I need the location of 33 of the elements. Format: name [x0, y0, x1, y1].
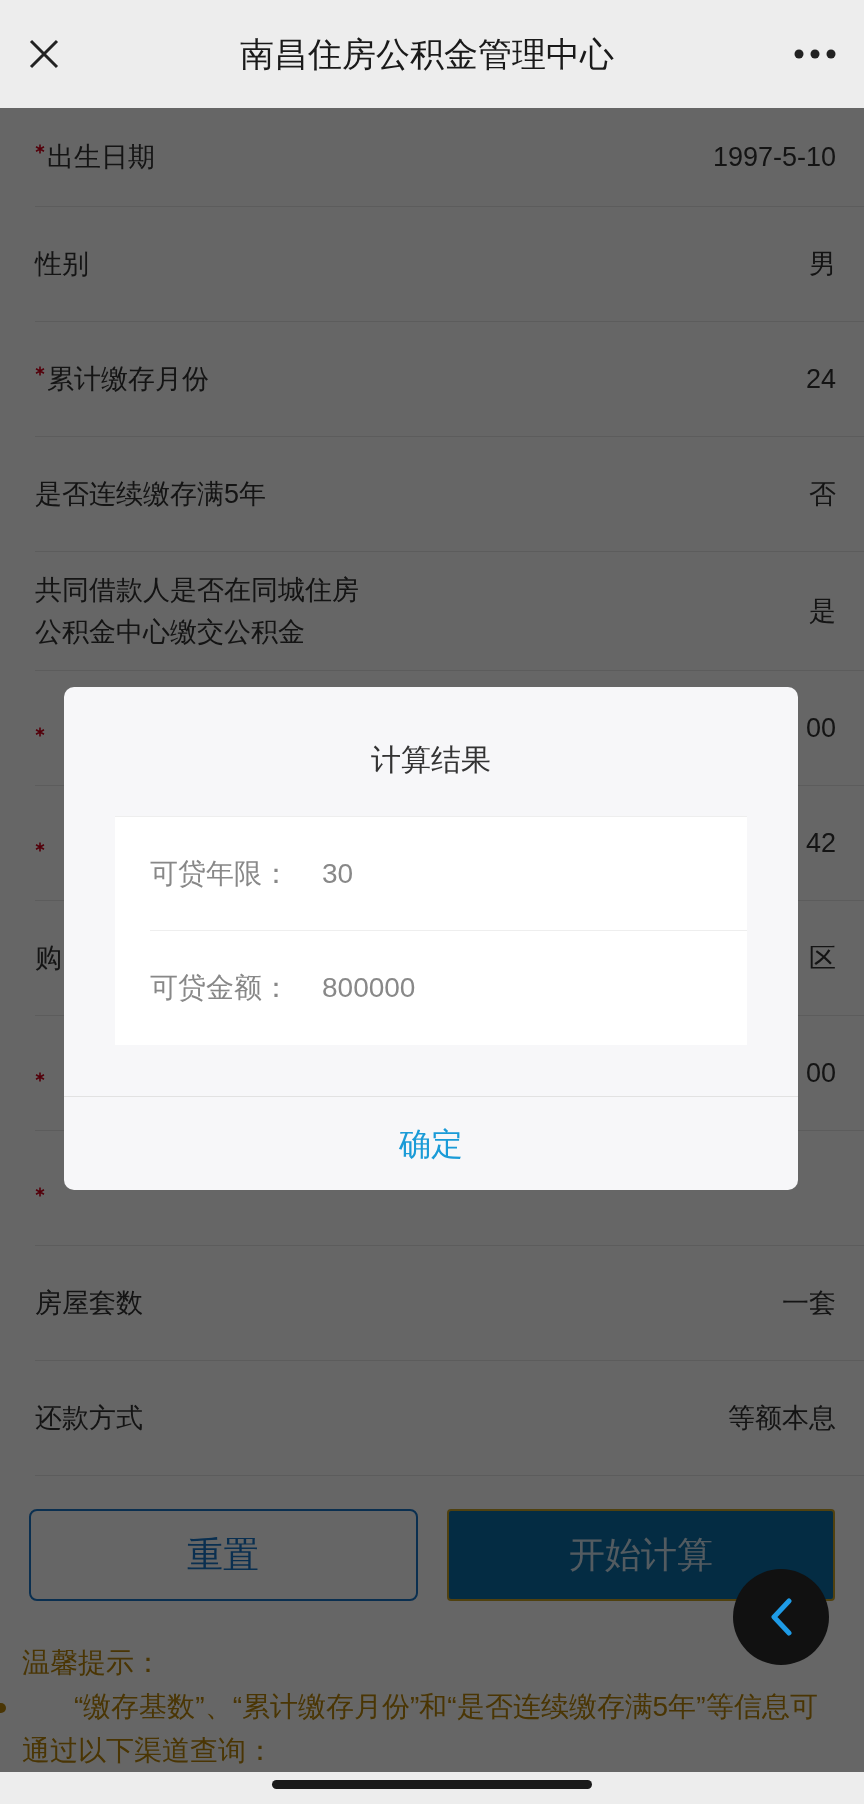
chevron-left-icon: [770, 1598, 792, 1636]
field-value[interactable]: 男: [809, 243, 836, 285]
tip-title: 温馨提示：: [22, 1646, 163, 1680]
field-value[interactable]: 区: [809, 937, 836, 979]
field-value[interactable]: 00: [805, 707, 836, 749]
field-value[interactable]: 42: [805, 822, 836, 864]
field-value[interactable]: 00: [805, 1052, 836, 1094]
result-label: 可贷金额：: [150, 971, 291, 1005]
field-label: 是否连续缴存满5年: [35, 478, 267, 511]
page-title: 南昌住房公积金管理中心: [239, 33, 615, 75]
field-value[interactable]: 1997-5-10: [712, 136, 836, 178]
field-value[interactable]: 一套: [782, 1282, 836, 1324]
field-label: 还款方式: [35, 1402, 143, 1435]
field-label: 性别: [35, 248, 89, 281]
confirm-button[interactable]: 确定: [383, 1119, 479, 1168]
result-label: 可贷年限：: [150, 856, 291, 891]
field-label: 累计缴存月份: [47, 363, 209, 396]
reset-button[interactable]: 重置: [29, 1509, 418, 1601]
field-value[interactable]: 是: [809, 590, 836, 632]
field-label: 出生日期: [47, 141, 155, 174]
calculate-button[interactable]: 开始计算: [446, 1509, 835, 1601]
dialog-title: 计算结果: [371, 742, 491, 778]
close-icon[interactable]: [28, 38, 60, 70]
field-value[interactable]: 否: [809, 473, 836, 515]
tip-text: “缴存基数”、“累计缴存月份”和“是否连续缴存满5年”等信息可通过以下渠道查询：: [22, 1690, 819, 1768]
result-value: 30: [322, 856, 354, 891]
field-value[interactable]: 等额本息: [728, 1397, 836, 1439]
field-value[interactable]: 24: [805, 358, 836, 400]
field-label: 购: [35, 942, 62, 975]
field-label: 共同借款人是否在同城住房公积金中心缴交公积金: [35, 574, 360, 649]
more-icon[interactable]: [794, 49, 836, 59]
result-value: 800000: [322, 971, 416, 1005]
field-label: 房屋套数: [35, 1287, 143, 1320]
